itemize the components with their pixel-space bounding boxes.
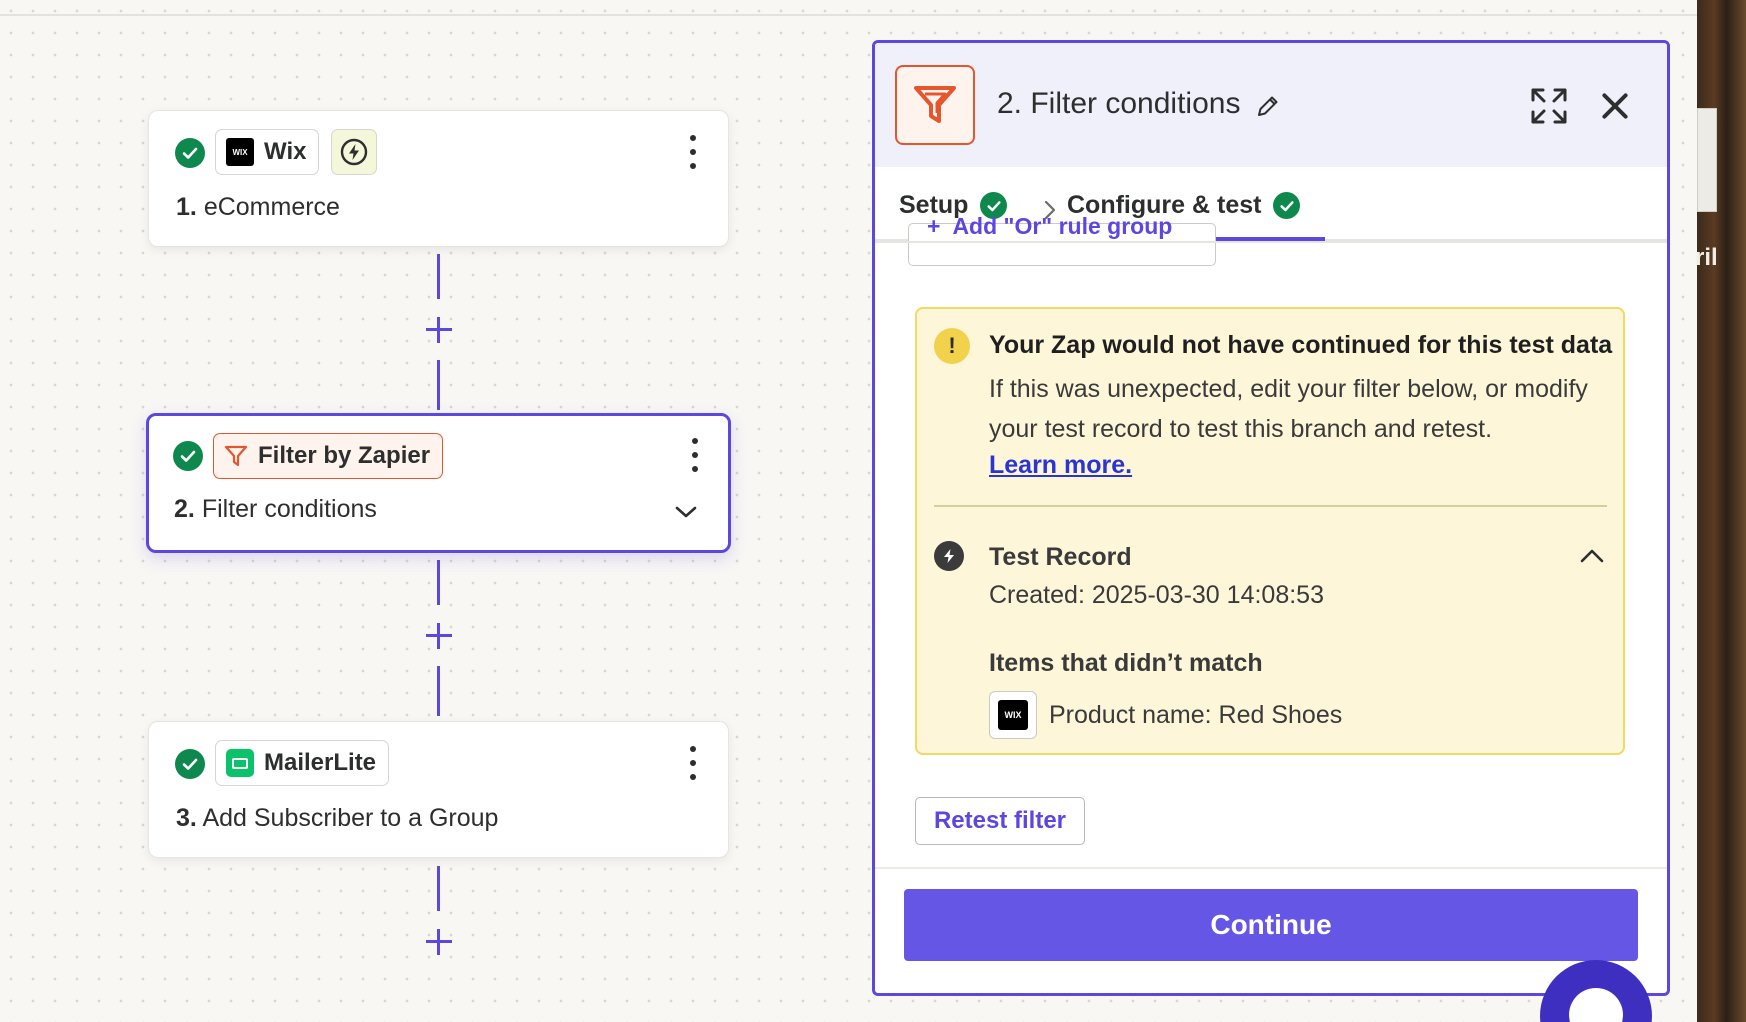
app-chip-mailerlite[interactable]: MailerLite	[215, 740, 390, 786]
continue-button[interactable]: Continue	[904, 889, 1638, 961]
trigger-bolt-icon	[331, 129, 377, 175]
filter-app-logo-icon	[895, 65, 975, 145]
tab-complete-check-icon	[1273, 192, 1301, 219]
expand-icon[interactable]	[1529, 86, 1569, 126]
chevron-down-icon[interactable]	[674, 504, 698, 520]
step-title: 2. Filter conditions	[174, 495, 377, 523]
close-icon[interactable]	[1600, 91, 1630, 121]
unmatched-item-row: WIX Product name: Red Shoes	[989, 691, 1342, 739]
learn-more-link[interactable]: Learn more.	[989, 451, 1132, 480]
background-window-text: ril	[1695, 244, 1718, 271]
step-menu-kebab-icon[interactable]	[690, 438, 700, 472]
chat-icon	[1569, 988, 1623, 1022]
panel-title: 2. Filter conditions	[997, 87, 1241, 120]
connector-line	[437, 360, 440, 410]
step-card-1[interactable]: WIX Wix 1. eCommerce	[148, 110, 729, 247]
step-complete-check-icon	[173, 441, 203, 471]
warning-exclamation-icon: !	[934, 328, 970, 364]
test-record-title: Test Record	[989, 543, 1132, 571]
connector-line	[437, 560, 440, 605]
step-complete-check-icon	[175, 138, 205, 168]
panel-header: 2. Filter conditions	[875, 43, 1667, 167]
step-menu-kebab-icon[interactable]	[688, 746, 698, 780]
add-step-plus-icon[interactable]	[424, 927, 454, 957]
add-step-plus-icon[interactable]	[424, 621, 454, 651]
test-record-bolt-icon	[934, 541, 964, 571]
footer-divider	[875, 867, 1667, 869]
app-chip-label: Filter by Zapier	[258, 442, 431, 469]
add-or-rule-group-button[interactable]: + Add "Or" rule group	[908, 213, 1216, 266]
connector-line	[437, 254, 440, 299]
mailerlite-logo-icon	[226, 749, 254, 777]
alert-body: If this was unexpected, edit your filter…	[989, 375, 1588, 443]
wix-logo-icon: WIX	[989, 691, 1037, 739]
step-card-3[interactable]: MailerLite 3. Add Subscriber to a Group	[148, 721, 729, 858]
filter-funnel-icon	[224, 445, 248, 467]
tabs-divider	[875, 241, 1667, 243]
alert-divider	[934, 505, 1607, 507]
test-record-created: Created: 2025-03-30 14:08:53	[989, 581, 1324, 609]
step-card-2[interactable]: Filter by Zapier 2. Filter conditions	[146, 413, 731, 553]
edit-pencil-icon[interactable]	[1255, 93, 1281, 119]
items-not-matched-heading: Items that didn’t match	[989, 649, 1263, 677]
chevron-up-icon[interactable]	[1579, 547, 1605, 565]
top-border	[0, 14, 1697, 16]
filter-result-alert: ! Your Zap would not have continued for …	[915, 307, 1625, 755]
retest-filter-button[interactable]: Retest filter	[915, 797, 1085, 845]
app-chip-label: Wix	[264, 138, 307, 165]
step-complete-check-icon	[175, 749, 205, 779]
step-menu-kebab-icon[interactable]	[688, 135, 698, 169]
step-editor-panel: 2. Filter conditions Setup Configure & t…	[872, 40, 1670, 996]
background-window-tab	[1697, 108, 1717, 212]
wix-logo-icon: WIX	[226, 138, 254, 166]
connector-line	[437, 666, 440, 716]
alert-title: Your Zap would not have continued for th…	[989, 331, 1613, 359]
connector-line	[437, 866, 440, 911]
app-chip-wix[interactable]: WIX Wix	[215, 129, 320, 175]
step-title: 3. Add Subscriber to a Group	[176, 804, 499, 832]
app-chip-filter[interactable]: Filter by Zapier	[213, 433, 444, 479]
unmatched-item-label: Product name: Red Shoes	[1049, 700, 1343, 729]
app-chip-label: MailerLite	[264, 749, 377, 776]
step-title: 1. eCommerce	[176, 193, 340, 221]
add-step-plus-icon[interactable]	[424, 315, 454, 345]
